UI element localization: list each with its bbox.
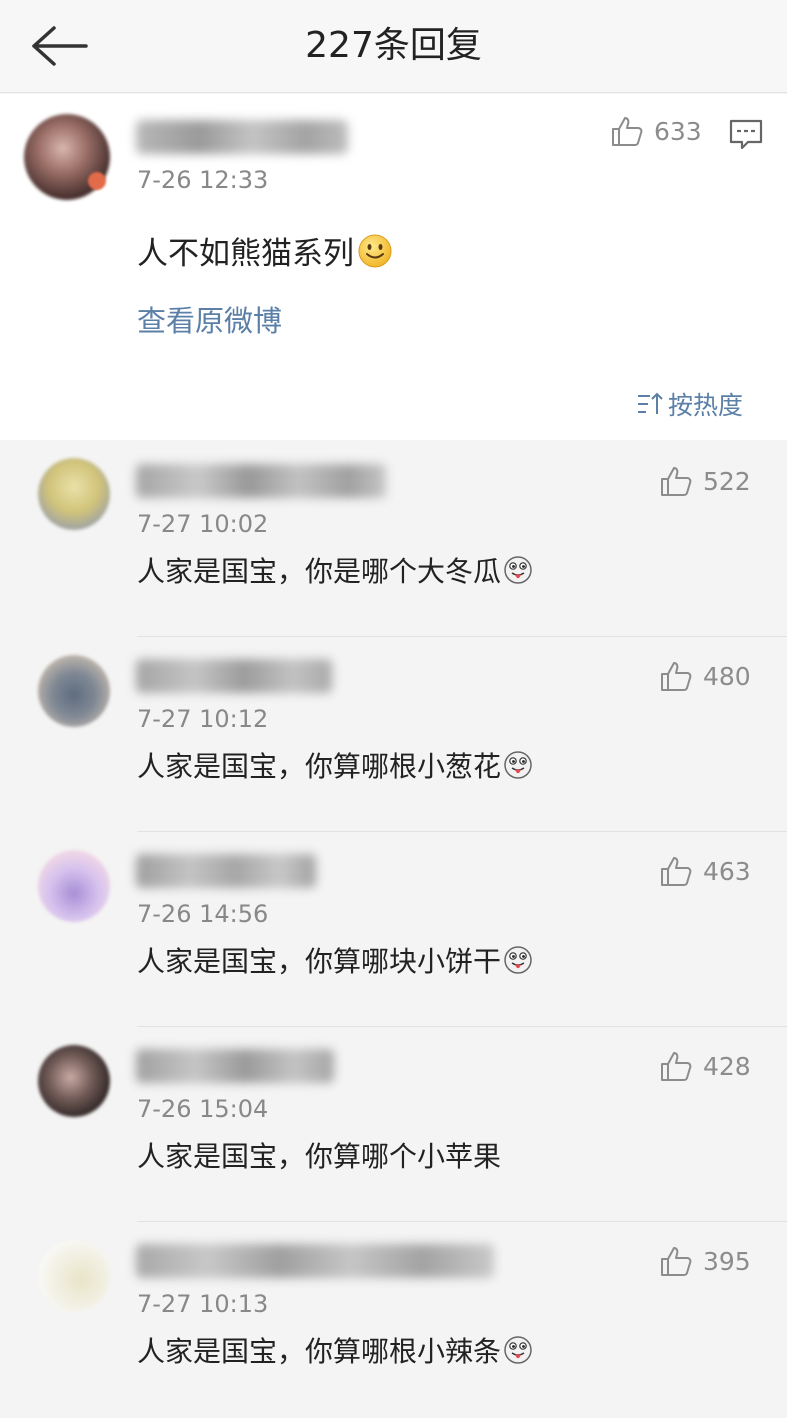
reply-time: 7-27 10:12: [137, 705, 269, 733]
smile-emoji-icon: [358, 234, 392, 267]
view-original-link[interactable]: 查看原微博: [137, 298, 282, 340]
avatar[interactable]: [38, 655, 110, 727]
reply-item: 7-27 10:02 522 人家是国宝，你是哪个大冬瓜: [0, 442, 787, 637]
reply-text-content: 人家是国宝，你是哪个大冬瓜: [137, 555, 502, 588]
reply-text: 人家是国宝，你算哪根小葱花: [137, 745, 533, 785]
reply-text: 人家是国宝，你算哪块小饼干: [137, 940, 533, 980]
like-count: 633: [654, 116, 702, 146]
thumbs-up-icon: [661, 1247, 692, 1276]
thumbs-up-icon: [612, 117, 643, 146]
avatar[interactable]: [38, 1045, 110, 1117]
like-count: 480: [703, 661, 751, 691]
avatar[interactable]: [38, 1240, 110, 1312]
reply-item: 7-27 10:12 480 人家是国宝，你算哪根小葱花: [0, 637, 787, 832]
like-button[interactable]: 395: [659, 1244, 751, 1278]
avatar-badge: [88, 172, 106, 190]
reply-text: 人家是国宝，你算哪个小苹果: [137, 1135, 501, 1175]
username-blurred[interactable]: [136, 120, 348, 154]
reply-item: 7-27 10:13 395 人家是国宝，你算哪根小辣条: [0, 1222, 787, 1417]
like-button[interactable]: 522: [659, 464, 751, 498]
tongue-out-emoji-icon: [504, 556, 532, 584]
reply-time: 7-26 15:04: [137, 1095, 269, 1123]
thumbs-up-icon: [661, 662, 692, 691]
reply-text-content: 人家是国宝，你算哪块小饼干: [137, 945, 502, 978]
like-count: 395: [703, 1246, 751, 1276]
avatar[interactable]: [38, 458, 110, 530]
like-button[interactable]: 633: [610, 114, 702, 148]
reply-text: 人家是国宝，你算哪根小辣条: [137, 1330, 533, 1370]
reply-text-content: 人家是国宝，你算哪根小辣条: [137, 1335, 502, 1368]
like-button[interactable]: 463: [659, 854, 751, 888]
sort-label: 按热度: [668, 391, 744, 420]
tongue-out-emoji-icon: [504, 751, 532, 779]
reply-text-content: 人家是国宝，你算哪个小苹果: [137, 1140, 502, 1173]
comment-bubble-icon[interactable]: [728, 117, 764, 153]
reply-time: 7-27 10:13: [137, 1290, 269, 1318]
sort-icon: [638, 392, 663, 414]
reply-item: 7-26 14:56 463 人家是国宝，你算哪块小饼干: [0, 832, 787, 1027]
like-count: 522: [703, 466, 751, 496]
username-blurred[interactable]: [136, 854, 316, 888]
reply-text: 人家是国宝，你是哪个大冬瓜: [137, 550, 533, 590]
thumbs-up-icon: [661, 1052, 692, 1081]
reply-time: 7-27 10:02: [137, 510, 269, 538]
main-comment: 7-26 12:33 633 人不如熊猫系列 查看原微博 按热度: [0, 94, 787, 440]
thumbs-up-icon: [661, 467, 692, 496]
comment-text-content: 人不如熊猫系列: [137, 236, 354, 272]
page-title: 227条回复: [305, 25, 482, 66]
username-blurred[interactable]: [136, 1049, 334, 1083]
username-blurred[interactable]: [136, 464, 386, 498]
username-blurred[interactable]: [136, 659, 332, 693]
like-button[interactable]: 428: [659, 1049, 751, 1083]
sort-by-hot-button[interactable]: 按热度: [636, 386, 743, 422]
tongue-out-emoji-icon: [504, 1336, 532, 1364]
top-bar: 227条回复: [0, 0, 787, 93]
like-count: 428: [703, 1051, 751, 1081]
comment-text: 人不如熊猫系列: [137, 228, 393, 273]
like-button[interactable]: 480: [659, 659, 751, 693]
tongue-out-emoji-icon: [504, 946, 532, 974]
comment-time: 7-26 12:33: [137, 166, 269, 194]
like-count: 463: [703, 856, 751, 886]
avatar[interactable]: [38, 850, 110, 922]
reply-item: 7-26 15:04 428 人家是国宝，你算哪个小苹果: [0, 1027, 787, 1222]
reply-text-content: 人家是国宝，你算哪根小葱花: [137, 750, 502, 783]
reply-time: 7-26 14:56: [137, 900, 269, 928]
username-blurred[interactable]: [136, 1244, 494, 1278]
thumbs-up-icon: [661, 857, 692, 886]
